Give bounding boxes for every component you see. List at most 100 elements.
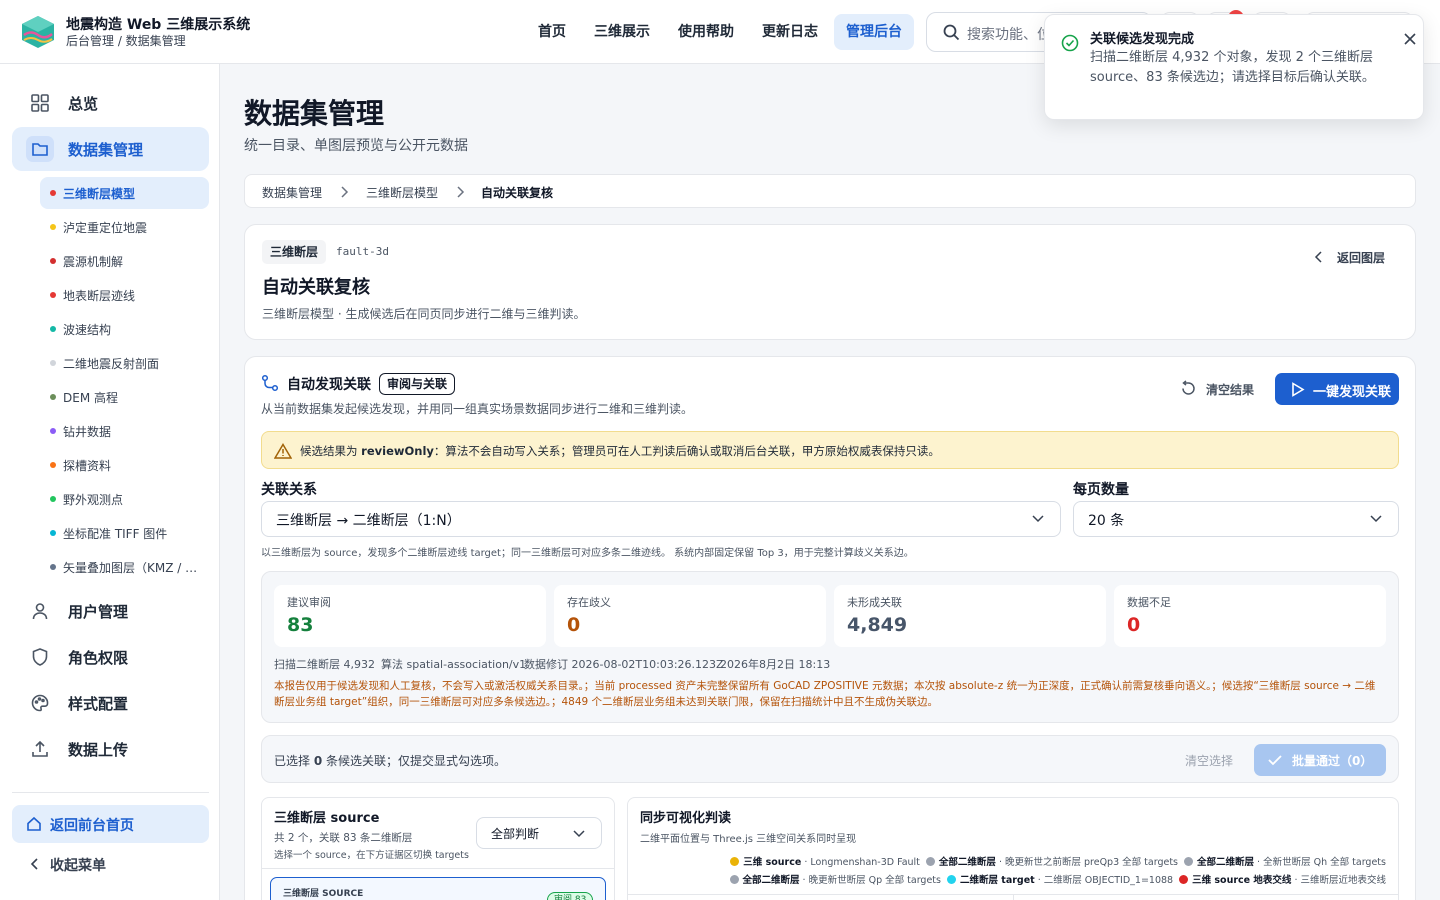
shield-icon xyxy=(32,648,48,666)
warning-text: 候选结果为 reviewOnly：算法不会自动写入关系；管理员可在人工判读后确认… xyxy=(300,444,940,458)
divider xyxy=(262,868,614,869)
sidebar-subitem-luding-quakes[interactable]: 泸定重定位地震 xyxy=(40,211,209,243)
breadcrumb-item-datasets[interactable]: 数据集管理 xyxy=(262,184,322,201)
relation-select[interactable]: 三维断层 → 二维断层（1:N） xyxy=(261,501,1061,537)
breadcrumb-current: 自动关联复核 xyxy=(481,186,554,200)
toast-message: 扫描二维断层 4,932 个对象，发现 2 个三维断层 source、83 条候… xyxy=(1090,50,1375,85)
sidebar-subitem-borehole[interactable]: 钻井数据 xyxy=(40,415,209,447)
sidebar-item-label: 数据集管理 xyxy=(68,141,144,159)
close-icon[interactable] xyxy=(1403,32,1417,46)
sidebar-subitem-seismic-profile[interactable]: 二维地震反射剖面 xyxy=(40,347,209,379)
dataset-card-title: 自动关联复核 xyxy=(262,277,370,298)
selection-status: 已选择 0 条候选关联；仅提交显式勾选项。 xyxy=(274,754,507,768)
stat-card-insufficient: 数据不足 0 xyxy=(1114,585,1386,647)
sidebar-subitem-surface-trace[interactable]: 地表断层迹线 xyxy=(40,279,209,311)
source-item-label: 三维断层 SOURCE xyxy=(283,889,364,899)
report-note: 本报告仅用于候选发现和人工复核，不会写入或激活权威关系目录。；当前 proces… xyxy=(274,680,1376,708)
stat-value: 4,849 xyxy=(847,614,908,636)
clear-selection-button[interactable]: 清空选择 xyxy=(1185,752,1233,769)
page-subtitle: 统一目录、单图层预览与公开元数据 xyxy=(244,138,468,154)
stat-label: 建议审阅 xyxy=(287,596,331,609)
source-filter-select[interactable]: 全部判断 xyxy=(476,817,602,849)
stat-card-unlinked: 未形成关联 4,849 xyxy=(834,585,1106,647)
status-dot-icon xyxy=(50,462,56,468)
status-dot-icon xyxy=(50,258,56,264)
sidebar-item-label: 总览 xyxy=(68,95,99,113)
sidebar-divider xyxy=(12,792,209,793)
data-revision: 数据修订 2026-08-02T10:03:26.123Z xyxy=(524,658,724,671)
reset-icon xyxy=(1182,380,1195,395)
nav-3d-view[interactable]: 三维展示 xyxy=(582,14,662,50)
batch-approve-label: 批量通过（0） xyxy=(1292,754,1373,768)
sidebar-item-datasets[interactable]: 数据集管理 xyxy=(12,127,209,171)
source-panel: 三维断层 source 共 2 个，关联 83 条二维断层 选择一个 sourc… xyxy=(261,797,615,900)
sidebar-subitem-label: 坐标配准 TIFF 图件 xyxy=(63,527,168,541)
page-size-select[interactable]: 20 条 xyxy=(1073,501,1399,537)
user-icon xyxy=(32,603,48,620)
legend-swatch-icon xyxy=(946,875,956,884)
legend-swatch-icon xyxy=(729,875,739,884)
collapse-menu-button[interactable]: 收起菜单 xyxy=(12,845,209,883)
chevron-left-icon xyxy=(1314,251,1322,263)
toast-title: 关联候选发现完成 xyxy=(1090,32,1195,47)
palette-icon xyxy=(31,694,49,712)
nav-changelog[interactable]: 更新日志 xyxy=(750,14,830,50)
scan-count: 扫描二维断层 4,932 xyxy=(274,658,375,671)
sidebar-item-label: 用户管理 xyxy=(68,603,129,621)
sidebar-subitem-velocity[interactable]: 波速结构 xyxy=(40,313,209,345)
sidebar-item-users[interactable]: 用户管理 xyxy=(12,589,209,633)
breadcrumb: 数据集管理 三维断层模型 自动关联复核 xyxy=(244,174,1416,208)
sidebar-item-overview[interactable]: 总览 xyxy=(12,81,209,125)
back-home-label: 返回前台首页 xyxy=(50,818,134,834)
sidebar-subitem-field-points[interactable]: 野外观测点 xyxy=(40,483,209,515)
legend-swatch-icon xyxy=(1184,857,1194,866)
breadcrumb-item-fault3d[interactable]: 三维断层模型 xyxy=(366,184,438,201)
back-to-layer-label: 返回图层 xyxy=(1337,251,1386,265)
relation-graph-icon xyxy=(261,374,279,392)
sidebar-subitem-label: 三维断层模型 xyxy=(63,187,136,201)
source-hint: 选择一个 source，在下方证据区切换 targets xyxy=(274,850,469,861)
clear-results-label: 清空结果 xyxy=(1206,383,1255,397)
chevron-left-icon xyxy=(30,858,38,870)
source-filter-value: 全部判断 xyxy=(491,827,540,841)
sidebar: 总览 数据集管理 三维断层模型 泸定重定位地震震源机制解 地表断层迹线波速结构二维地… xyxy=(0,64,220,900)
sidebar-item-roles[interactable]: 角色权限 xyxy=(12,635,209,679)
chevron-right-icon xyxy=(341,186,349,198)
play-icon xyxy=(1292,382,1305,397)
stat-value: 0 xyxy=(1127,614,1141,636)
sidebar-subitem-label: 泸定重定位地震 xyxy=(63,221,148,235)
sidebar-subitem-focal-mechanism[interactable]: 震源机制解 xyxy=(40,245,209,277)
dataset-type-tag: 三维断层 xyxy=(262,240,327,264)
report-timestamp: 2026年8月2日 18:13 xyxy=(720,658,831,671)
nav-help[interactable]: 使用帮助 xyxy=(666,14,746,50)
sidebar-subitem-tiff-maps[interactable]: 坐标配准 TIFF 图件 xyxy=(40,517,209,549)
run-discovery-button[interactable]: 一键发现关联 xyxy=(1275,373,1399,405)
batch-approve-button[interactable]: 批量通过（0） xyxy=(1254,744,1386,776)
success-toast: 关联候选发现完成 扫描二维断层 4,932 个对象，发现 2 个三维断层 sou… xyxy=(1044,14,1424,120)
legend-swatch-icon xyxy=(1179,875,1189,884)
sidebar-item-styles[interactable]: 样式配置 xyxy=(12,681,209,725)
back-home-button[interactable]: 返回前台首页 xyxy=(12,805,209,843)
legend-item: 全部二维断层 · 晚更新世断层 Qp 全部 targets xyxy=(729,875,941,886)
legend-swatch-icon xyxy=(925,857,935,866)
sidebar-subitem-trench[interactable]: 探槽资料 xyxy=(40,449,209,481)
sidebar-subitem-label: 二维地震反射剖面 xyxy=(63,357,160,371)
sidebar-subitem-vector-overlay[interactable]: 矢量叠加图层（KMZ / Shapefile） xyxy=(40,551,209,583)
grid-icon xyxy=(31,94,49,112)
check-circle-icon xyxy=(1061,34,1079,52)
visualization-panel: 同步可视化判读 二维平面位置与 Three.js 三维空间关系同时呈现 三维 s… xyxy=(627,797,1399,900)
legend-item: 三维 source 地表交线 · 三维断层近地表交线 xyxy=(1179,875,1386,886)
run-discovery-label: 一键发现关联 xyxy=(1313,385,1392,400)
sidebar-subitem-dem[interactable]: DEM 高程 xyxy=(40,381,209,413)
sidebar-subitem-label: 波速结构 xyxy=(63,323,112,337)
source-list-item[interactable]: 三维断层 SOURCE 审阅 83 xyxy=(270,877,606,900)
sidebar-item-upload[interactable]: 数据上传 xyxy=(12,727,209,771)
nav-home[interactable]: 首页 xyxy=(526,14,578,50)
nav-admin[interactable]: 管理后台 xyxy=(834,14,914,50)
viz-panel-subtitle: 二维平面位置与 Three.js 三维空间关系同时呈现 xyxy=(640,834,857,845)
sidebar-subitem-fault3d[interactable]: 三维断层模型 xyxy=(40,177,209,209)
dataset-card-desc: 三维断层模型 · 生成候选后在同页同步进行二维与三维判读。 xyxy=(262,307,586,321)
sidebar-item-label: 样式配置 xyxy=(68,695,129,713)
status-dot-icon xyxy=(50,292,56,298)
stats-panel: 建议审阅 83 存在歧义 0 未形成关联 4,849 数据不足 0 扫描二维断层… xyxy=(261,571,1399,723)
